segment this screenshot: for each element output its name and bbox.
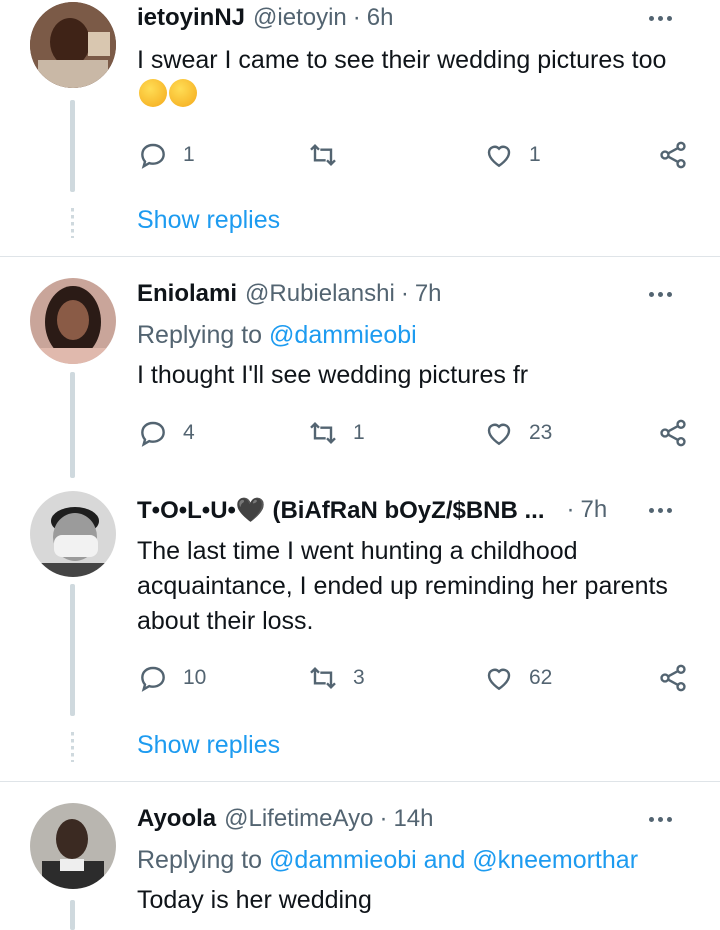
like-button[interactable]: 1 (483, 138, 541, 172)
like-button[interactable]: 62 (483, 661, 552, 695)
display-name[interactable]: ietoyinNJ (137, 4, 245, 32)
reply-button[interactable]: 10 (137, 661, 206, 695)
heart-icon (487, 423, 511, 446)
retweet-icon (310, 143, 336, 167)
timestamp[interactable]: 7h (581, 496, 608, 524)
more-options-icon[interactable] (649, 817, 672, 822)
reply-count: 1 (183, 143, 195, 166)
display-name[interactable]: T•O•L•U•🖤 (BiAfRaN bOyZ/$BNB ... (137, 496, 545, 525)
user-handle[interactable]: @Rubielanshi (245, 280, 395, 308)
retweet-button[interactable]: 3 (307, 661, 365, 695)
timestamp[interactable]: 6h (367, 4, 394, 32)
tweet-3[interactable]: T•O•L•U•🖤 (BiAfRaN bOyZ/$BNB ... · 7h Th… (0, 482, 720, 780)
tweet-text: I thought I'll see wedding pictures fr (137, 361, 529, 389)
reply-icon (141, 421, 165, 447)
avatar[interactable] (30, 2, 116, 88)
avatar[interactable] (30, 803, 116, 889)
replying-to: Replying to @dammieobi and @kneemorthar (137, 846, 639, 874)
more-options-icon[interactable] (649, 508, 672, 513)
retweet-count: 3 (353, 666, 365, 689)
rolling-on-floor-laughing-emoji (139, 79, 167, 107)
avatar[interactable] (30, 278, 116, 364)
display-name[interactable]: Ayoola (137, 805, 216, 833)
tweet-text: Today is her wedding (137, 886, 372, 914)
reply-icon (141, 143, 165, 169)
show-replies-link[interactable]: Show replies (137, 206, 280, 235)
reply-icon (141, 666, 165, 692)
share-icon (660, 419, 686, 447)
more-options-icon[interactable] (649, 292, 672, 297)
share-button[interactable] (657, 416, 689, 450)
display-name[interactable]: Eniolami (137, 280, 237, 308)
mention-link[interactable]: @dammieobi (269, 321, 417, 349)
like-count: 1 (529, 143, 541, 166)
rolling-on-floor-laughing-emoji (169, 79, 197, 107)
heart-icon (487, 668, 511, 691)
more-options-icon[interactable] (649, 16, 672, 21)
retweet-icon (310, 421, 336, 445)
retweet-button[interactable]: 1 (307, 416, 365, 450)
share-icon (660, 141, 686, 169)
mention-link[interactable]: @dammieobi and @kneemorthar (269, 846, 638, 874)
tweet-text: The last time I went hunting a childhood… (137, 537, 668, 635)
like-count: 62 (529, 666, 553, 689)
like-button[interactable]: 23 (483, 416, 552, 450)
retweet-count: 1 (353, 421, 365, 444)
reply-button[interactable]: 1 (137, 138, 195, 172)
avatar[interactable] (30, 491, 116, 577)
tweet-text: I swear I came to see their wedding pict… (137, 43, 697, 113)
replying-to: Replying to @dammieobi (137, 321, 417, 349)
tweet-1[interactable]: ietoyinNJ @ietoyin · 6h I swear I came t… (0, 0, 720, 255)
heart-icon (487, 145, 511, 168)
timestamp[interactable]: 7h (415, 280, 442, 308)
reply-button[interactable]: 4 (137, 416, 195, 450)
like-count: 23 (529, 421, 553, 444)
reply-count: 4 (183, 421, 195, 444)
tweet-4[interactable]: Ayoola @LifetimeAyo · 14h Replying to @d… (0, 782, 720, 930)
user-handle[interactable]: @LifetimeAyo (224, 805, 373, 833)
retweet-button[interactable] (307, 138, 353, 172)
share-icon (660, 664, 686, 692)
user-handle[interactable]: @ietoyin (253, 4, 347, 32)
retweet-icon (310, 666, 336, 690)
reply-count: 10 (183, 666, 207, 689)
show-replies-link[interactable]: Show replies (137, 731, 280, 760)
timestamp[interactable]: 14h (393, 805, 433, 833)
share-button[interactable] (657, 661, 689, 695)
tweet-2[interactable]: Eniolami @Rubielanshi · 7h Replying to @… (0, 257, 720, 482)
share-button[interactable] (657, 138, 689, 172)
